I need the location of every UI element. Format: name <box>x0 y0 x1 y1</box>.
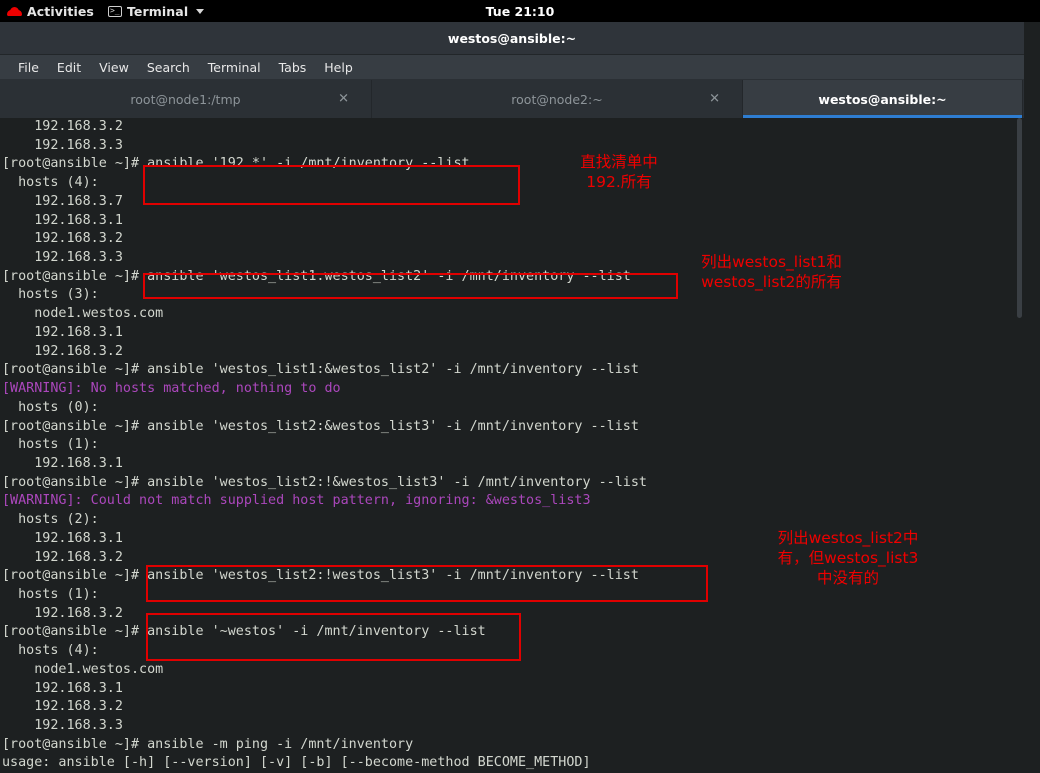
terminal-line: 192.168.3.2 <box>2 605 123 621</box>
terminal-line: 192.168.3.1 <box>2 212 123 228</box>
terminal-scrollbar[interactable] <box>1015 118 1024 773</box>
terminal-line: hosts (1): <box>2 586 99 602</box>
terminal-line: 192.168.3.2 <box>2 231 123 247</box>
menu-item-search[interactable]: Search <box>138 55 199 80</box>
menu-bar: File Edit View Search Terminal Tabs Help <box>0 55 1024 80</box>
terminal-line: usage: ansible [-h] [--version] [-v] [-b… <box>2 755 591 771</box>
window-title: westos@ansible:~ <box>447 30 577 46</box>
tab-root-node2[interactable]: root@node2:~ ✕ <box>372 80 743 118</box>
menu-item-tabs[interactable]: Tabs <box>270 55 316 80</box>
terminal-icon: >_ <box>107 5 122 17</box>
menu-item-view[interactable]: View <box>90 55 138 80</box>
terminal-line: 192.168.3.2 <box>2 343 123 359</box>
terminal-line: 192.168.3.1 <box>2 324 123 340</box>
tab-label: root@node2:~ <box>511 91 603 107</box>
tab-westos-ansible[interactable]: westos@ansible:~ <box>743 80 1023 118</box>
terminal-line: [WARNING]: No hosts matched, nothing to … <box>2 381 341 397</box>
terminal-line: 192.168.3.2 <box>2 549 123 565</box>
menu-item-terminal[interactable]: Terminal <box>199 55 270 80</box>
terminal-line: node1.westos.com <box>2 306 164 322</box>
terminal-line: 192.168.3.3 <box>2 250 123 266</box>
tab-label: root@node1:/tmp <box>130 91 241 107</box>
terminal-line: [root@ansible ~]# ansible 'westos_list1:… <box>2 268 631 284</box>
terminal-line: 192.168.3.1 <box>2 680 123 696</box>
close-icon[interactable]: ✕ <box>338 93 349 106</box>
terminal-body[interactable]: 192.168.3.2 192.168.3.3 [root@ansible ~]#… <box>0 118 1024 773</box>
tab-bar: root@node1:/tmp ✕ root@node2:~ ✕ westos@… <box>0 80 1024 118</box>
app-menu-terminal[interactable]: >_ Terminal <box>101 0 211 22</box>
redhat-logo-icon <box>7 5 22 18</box>
app-menu-label: Terminal <box>126 3 189 19</box>
tab-label: westos@ansible:~ <box>818 91 947 107</box>
activities-button[interactable]: Activities <box>0 0 101 22</box>
activities-label: Activities <box>27 3 94 19</box>
terminal-line: 192.168.3.7 <box>2 193 123 209</box>
terminal-line: hosts (2): <box>2 512 99 528</box>
menu-item-file[interactable]: File <box>9 55 48 80</box>
terminal-line: hosts (3): <box>2 287 99 303</box>
terminal-line: hosts (4): <box>2 643 99 659</box>
terminal-line: [root@ansible ~]# ansible -m ping -i /mn… <box>2 736 414 752</box>
terminal-line: 192.168.3.1 <box>2 530 123 546</box>
terminal-line: 192.168.3.3 <box>2 718 123 733</box>
chevron-down-icon <box>196 8 205 14</box>
terminal-line: node1.westos.com <box>2 661 164 677</box>
terminal-line: [root@ansible ~]# ansible '~westos' -i /… <box>2 624 486 640</box>
window-title-bar[interactable]: westos@ansible:~ <box>0 22 1024 55</box>
terminal-line: hosts (1): <box>2 437 99 453</box>
terminal-screen[interactable]: 192.168.3.2 192.168.3.3 [root@ansible ~]#… <box>0 118 1015 773</box>
terminal-line: [WARNING]: Could not match supplied host… <box>2 493 591 509</box>
terminal-line: 192.168.3.2 <box>2 119 123 134</box>
terminal-line: 192.168.3.3 <box>2 137 123 153</box>
gnome-top-bar: Activities >_ Terminal <box>0 0 1040 22</box>
terminal-line: hosts (0): <box>2 399 99 415</box>
terminal-window: westos@ansible:~ File Edit View Search T… <box>0 22 1024 773</box>
tab-root-node1[interactable]: root@node1:/tmp ✕ <box>0 80 372 118</box>
menu-item-edit[interactable]: Edit <box>48 55 90 80</box>
terminal-line: [root@ansible ~]# ansible '192.*' -i /mn… <box>2 156 470 172</box>
close-icon[interactable]: ✕ <box>709 93 720 106</box>
terminal-line: [root@ansible ~]# ansible 'westos_list2:… <box>2 568 639 584</box>
scrollbar-thumb[interactable] <box>1017 118 1022 318</box>
terminal-line: [root@ansible ~]# ansible 'westos_list1:… <box>2 362 639 378</box>
terminal-line: hosts (4): <box>2 175 99 191</box>
terminal-line: [root@ansible ~]# ansible 'westos_list2:… <box>2 474 647 490</box>
terminal-line: [root@ansible ~]# ansible 'westos_list2:… <box>2 418 639 434</box>
menu-item-help[interactable]: Help <box>315 55 362 80</box>
terminal-line: 192.168.3.2 <box>2 699 123 715</box>
terminal-line: 192.168.3.1 <box>2 455 123 471</box>
